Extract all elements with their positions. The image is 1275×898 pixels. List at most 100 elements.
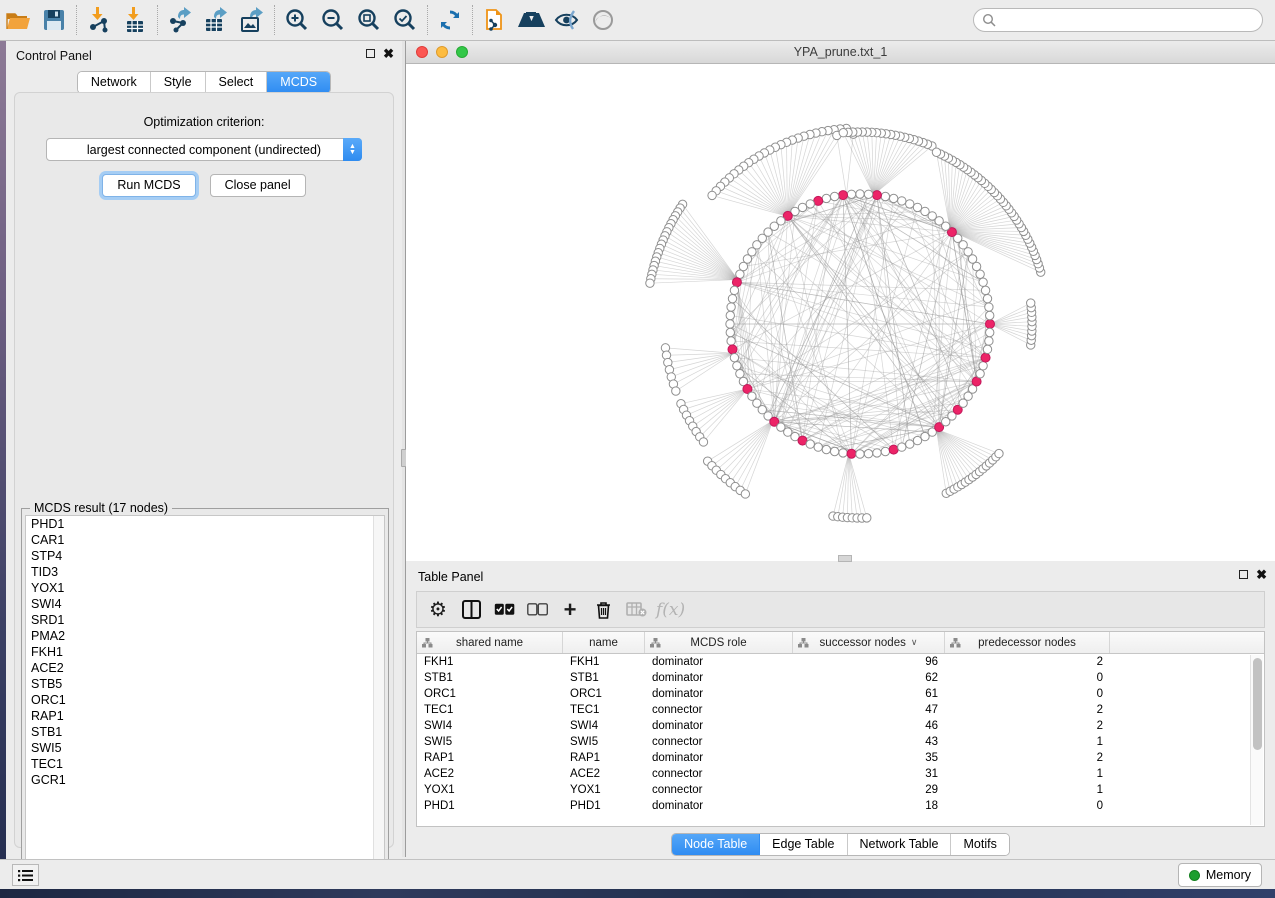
table-cell[interactable]: connector: [645, 782, 793, 798]
network-window-titlebar[interactable]: YPA_prune.txt_1: [406, 41, 1275, 64]
table-row[interactable]: SWI4SWI4dominator462: [417, 718, 1264, 734]
table-cell[interactable]: connector: [645, 766, 793, 782]
table-cell[interactable]: 31: [793, 766, 945, 782]
table-cell[interactable]: 62: [793, 670, 945, 686]
close-panel-icon[interactable]: ✖: [383, 49, 394, 58]
search-network-icon[interactable]: [513, 3, 549, 37]
table-cell[interactable]: 0: [945, 798, 1110, 814]
mcds-result-item[interactable]: TID3: [26, 564, 384, 580]
column-header-successor-nodes[interactable]: successor nodes∨: [793, 632, 945, 653]
table-cell[interactable]: 2: [945, 750, 1110, 766]
tab-style[interactable]: Style: [151, 72, 206, 93]
column-header-predecessor-nodes[interactable]: predecessor nodes: [945, 632, 1110, 653]
table-row[interactable]: STB1STB1dominator620: [417, 670, 1264, 686]
create-column-icon[interactable]: +: [557, 597, 583, 623]
table-cell[interactable]: SWI5: [563, 734, 645, 750]
table-cell[interactable]: SWI5: [417, 734, 563, 750]
table-cell[interactable]: ACE2: [417, 766, 563, 782]
mcds-result-item[interactable]: STP4: [26, 548, 384, 564]
save-icon[interactable]: [36, 3, 72, 37]
table-cell[interactable]: dominator: [645, 718, 793, 734]
table-cell[interactable]: connector: [645, 702, 793, 718]
network-from-document-icon[interactable]: [477, 3, 513, 37]
column-header-name[interactable]: name: [563, 632, 645, 653]
run-mcds-button[interactable]: Run MCDS: [102, 174, 195, 197]
table-cell[interactable]: TEC1: [563, 702, 645, 718]
table-cell[interactable]: 29: [793, 782, 945, 798]
table-cell[interactable]: 46: [793, 718, 945, 734]
table-cell[interactable]: 35: [793, 750, 945, 766]
tab-network-table[interactable]: Network Table: [848, 834, 952, 855]
mcds-list-scrollbar[interactable]: [373, 516, 384, 875]
tab-edge-table[interactable]: Edge Table: [760, 834, 847, 855]
mcds-result-item[interactable]: GCR1: [26, 772, 384, 788]
table-cell[interactable]: dominator: [645, 670, 793, 686]
close-panel-icon[interactable]: ✖: [1256, 570, 1267, 579]
network-search-box[interactable]: [973, 8, 1263, 32]
table-cell[interactable]: connector: [645, 734, 793, 750]
table-cell[interactable]: 1: [945, 734, 1110, 750]
float-panel-icon[interactable]: [1239, 570, 1248, 579]
export-network-icon[interactable]: [162, 3, 198, 37]
table-cell[interactable]: RAP1: [563, 750, 645, 766]
table-cell[interactable]: 18: [793, 798, 945, 814]
table-cell[interactable]: 0: [945, 670, 1110, 686]
open-folder-icon[interactable]: [0, 3, 36, 37]
import-network-icon[interactable]: [81, 3, 117, 37]
zoom-window-icon[interactable]: [456, 46, 468, 58]
tab-node-table[interactable]: Node Table: [672, 834, 760, 855]
mcds-result-item[interactable]: STB1: [26, 724, 384, 740]
zoom-out-icon[interactable]: [315, 3, 351, 37]
table-cell[interactable]: 2: [945, 702, 1110, 718]
mcds-result-item[interactable]: SWI4: [26, 596, 384, 612]
table-cell[interactable]: dominator: [645, 686, 793, 702]
minimize-window-icon[interactable]: [436, 46, 448, 58]
import-table-icon[interactable]: [117, 3, 153, 37]
table-cell[interactable]: 43: [793, 734, 945, 750]
table-cell[interactable]: 96: [793, 654, 945, 670]
table-cell[interactable]: STB1: [417, 670, 563, 686]
mcds-result-item[interactable]: FKH1: [26, 644, 384, 660]
table-row[interactable]: FKH1FKH1dominator962: [417, 654, 1264, 670]
table-cell[interactable]: STB1: [563, 670, 645, 686]
table-scrollbar-thumb[interactable]: [1253, 658, 1262, 750]
table-cell[interactable]: ORC1: [417, 686, 563, 702]
unselect-all-columns-icon[interactable]: [524, 597, 550, 623]
table-cell[interactable]: 1: [945, 766, 1110, 782]
optimization-criterion-dropdown[interactable]: largest connected component (undirected)…: [46, 138, 362, 161]
delete-table-icon[interactable]: [623, 597, 649, 623]
table-cell[interactable]: 2: [945, 654, 1110, 670]
table-cell[interactable]: 61: [793, 686, 945, 702]
network-graph[interactable]: [406, 64, 1275, 561]
mcds-result-item[interactable]: PHD1: [26, 516, 384, 532]
hide-unhide-icon[interactable]: [549, 3, 585, 37]
table-row[interactable]: PHD1PHD1dominator180: [417, 798, 1264, 814]
export-image-icon[interactable]: [234, 3, 270, 37]
zoom-fit-icon[interactable]: [351, 3, 387, 37]
refresh-icon[interactable]: [432, 3, 468, 37]
float-panel-icon[interactable]: [366, 49, 375, 58]
table-cell[interactable]: dominator: [645, 654, 793, 670]
select-all-columns-icon[interactable]: [491, 597, 517, 623]
show-columns-icon[interactable]: [458, 597, 484, 623]
table-row[interactable]: RAP1RAP1dominator352: [417, 750, 1264, 766]
table-cell[interactable]: 47: [793, 702, 945, 718]
column-header-shared-name[interactable]: shared name: [417, 632, 563, 653]
close-panel-button[interactable]: Close panel: [210, 174, 306, 197]
table-cell[interactable]: PHD1: [417, 798, 563, 814]
table-row[interactable]: ACE2ACE2connector311: [417, 766, 1264, 782]
network-view[interactable]: [406, 64, 1275, 561]
mcds-result-item[interactable]: CAR1: [26, 532, 384, 548]
table-row[interactable]: ORC1ORC1dominator610: [417, 686, 1264, 702]
mcds-result-item[interactable]: SRD1: [26, 612, 384, 628]
table-cell[interactable]: PHD1: [563, 798, 645, 814]
tab-motifs[interactable]: Motifs: [951, 834, 1008, 855]
table-cell[interactable]: SWI4: [417, 718, 563, 734]
table-row[interactable]: TEC1TEC1connector472: [417, 702, 1264, 718]
mcds-result-item[interactable]: RAP1: [26, 708, 384, 724]
delete-column-trash-icon[interactable]: [590, 597, 616, 623]
tab-network[interactable]: Network: [78, 72, 151, 93]
table-cell[interactable]: 0: [945, 686, 1110, 702]
memory-button[interactable]: Memory: [1178, 863, 1262, 887]
mcds-result-list[interactable]: PHD1CAR1STP4TID3YOX1SWI4SRD1PMA2FKH1ACE2…: [25, 515, 385, 876]
